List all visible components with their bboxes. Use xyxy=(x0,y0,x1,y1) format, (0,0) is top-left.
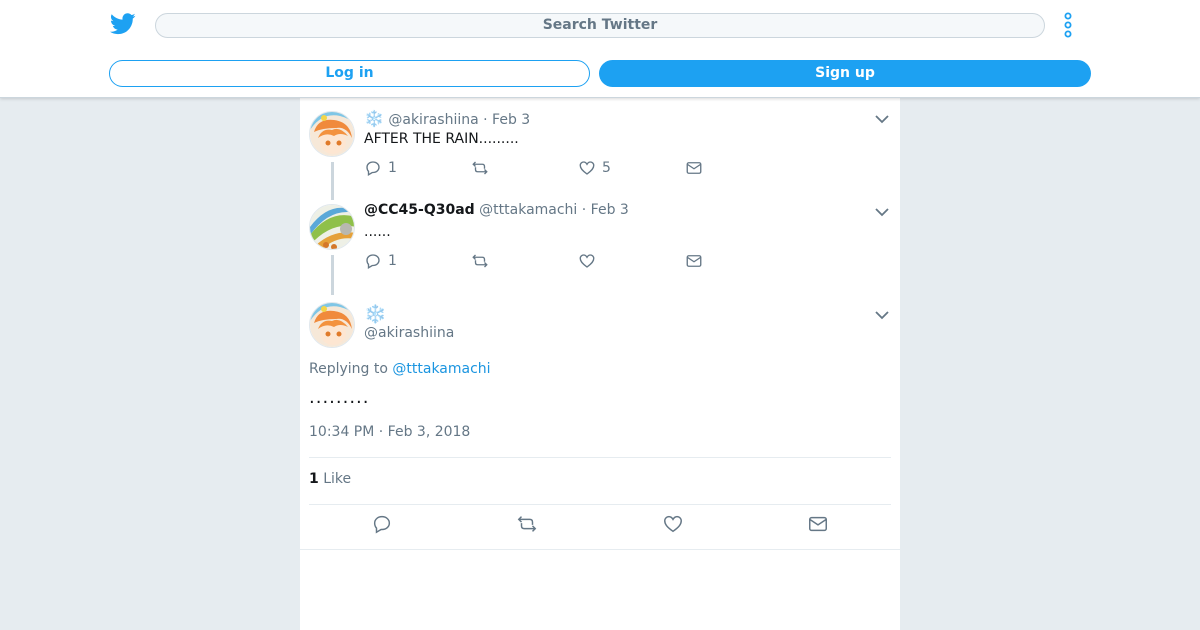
like-stats[interactable]: 1 Like xyxy=(309,471,351,487)
reply-icon xyxy=(366,161,380,176)
replying-to-link[interactable]: @tttakamachi xyxy=(392,361,490,377)
envelope-icon xyxy=(686,255,702,267)
display-name[interactable]: ❄️ xyxy=(364,109,384,128)
replying-to: Replying to @tttakamachi xyxy=(309,361,491,377)
retweet-icon xyxy=(472,254,488,268)
replying-prefix: Replying to xyxy=(309,361,388,377)
reply-button[interactable]: 1 xyxy=(364,251,397,271)
like-button[interactable]: 5 xyxy=(578,158,611,178)
tweet-thread: ❄️ @akirashiina · Feb 3 AFTER THE RAIN..… xyxy=(300,98,900,630)
heart-icon xyxy=(664,515,682,533)
chevron-down-icon[interactable] xyxy=(874,310,890,320)
divider xyxy=(300,549,900,550)
like-button[interactable] xyxy=(578,251,602,271)
chevron-down-icon[interactable] xyxy=(874,114,890,124)
login-button[interactable]: Log in xyxy=(109,60,590,87)
direct-message-button[interactable] xyxy=(807,514,829,534)
heart-icon xyxy=(579,254,595,268)
retweet-icon xyxy=(472,161,488,175)
tweet-date[interactable]: · Feb 3 xyxy=(483,112,530,128)
tweet-actions: 1 5 xyxy=(364,158,724,178)
envelope-icon xyxy=(809,516,827,532)
twitter-logo-icon[interactable] xyxy=(110,12,136,36)
avatar[interactable] xyxy=(309,204,355,250)
user-handle[interactable]: @akirashiina xyxy=(364,325,454,341)
reply-icon xyxy=(373,515,391,534)
thread-connector xyxy=(331,162,334,200)
avatar[interactable] xyxy=(309,302,355,348)
chevron-down-icon[interactable] xyxy=(874,207,890,217)
reply-button[interactable]: 1 xyxy=(364,158,397,178)
main-tweet-actions xyxy=(300,514,900,540)
retweet-button[interactable] xyxy=(516,514,538,534)
tweet-text: ......... xyxy=(309,387,370,408)
display-name[interactable]: @CC45-Q30ad xyxy=(364,202,475,218)
user-handle[interactable]: @akirashiina xyxy=(388,112,478,128)
tweet-date[interactable]: · Feb 3 xyxy=(582,202,629,218)
like-stat-count: 1 xyxy=(309,471,319,487)
reply-button[interactable] xyxy=(371,514,393,534)
like-stat-label: Like xyxy=(323,471,352,487)
user-handle[interactable]: @tttakamachi xyxy=(479,202,577,218)
like-button[interactable] xyxy=(662,514,684,534)
divider xyxy=(309,504,891,505)
direct-message-button[interactable] xyxy=(685,251,703,271)
search-input[interactable]: Search Twitter xyxy=(155,13,1045,38)
like-count: 5 xyxy=(602,160,611,176)
tweet-header: ❄️ @akirashiina · Feb 3 xyxy=(364,109,530,128)
top-bar: Search Twitter Log in Sign up xyxy=(0,0,1200,98)
reply-count: 1 xyxy=(388,160,397,176)
more-options-icon[interactable] xyxy=(1060,12,1076,38)
heart-icon xyxy=(579,161,595,175)
tweet-timestamp[interactable]: 10:34 PM · Feb 3, 2018 xyxy=(309,424,470,440)
retweet-icon xyxy=(517,516,537,532)
thread-connector xyxy=(331,255,334,295)
avatar[interactable] xyxy=(309,111,355,157)
display-name[interactable]: ❄️ xyxy=(364,304,386,325)
tweet-actions: 1 xyxy=(364,251,724,271)
reply-icon xyxy=(366,254,380,269)
retweet-button[interactable] xyxy=(471,251,495,271)
divider xyxy=(309,457,891,458)
signup-button[interactable]: Sign up xyxy=(599,60,1091,87)
tweet-text: AFTER THE RAIN......... xyxy=(364,131,519,147)
direct-message-button[interactable] xyxy=(685,158,703,178)
tweet-header: @CC45-Q30ad @tttakamachi · Feb 3 xyxy=(364,202,629,218)
reply-count: 1 xyxy=(388,253,397,269)
tweet-text: ...... xyxy=(364,224,391,240)
retweet-button[interactable] xyxy=(471,158,495,178)
envelope-icon xyxy=(686,162,702,174)
